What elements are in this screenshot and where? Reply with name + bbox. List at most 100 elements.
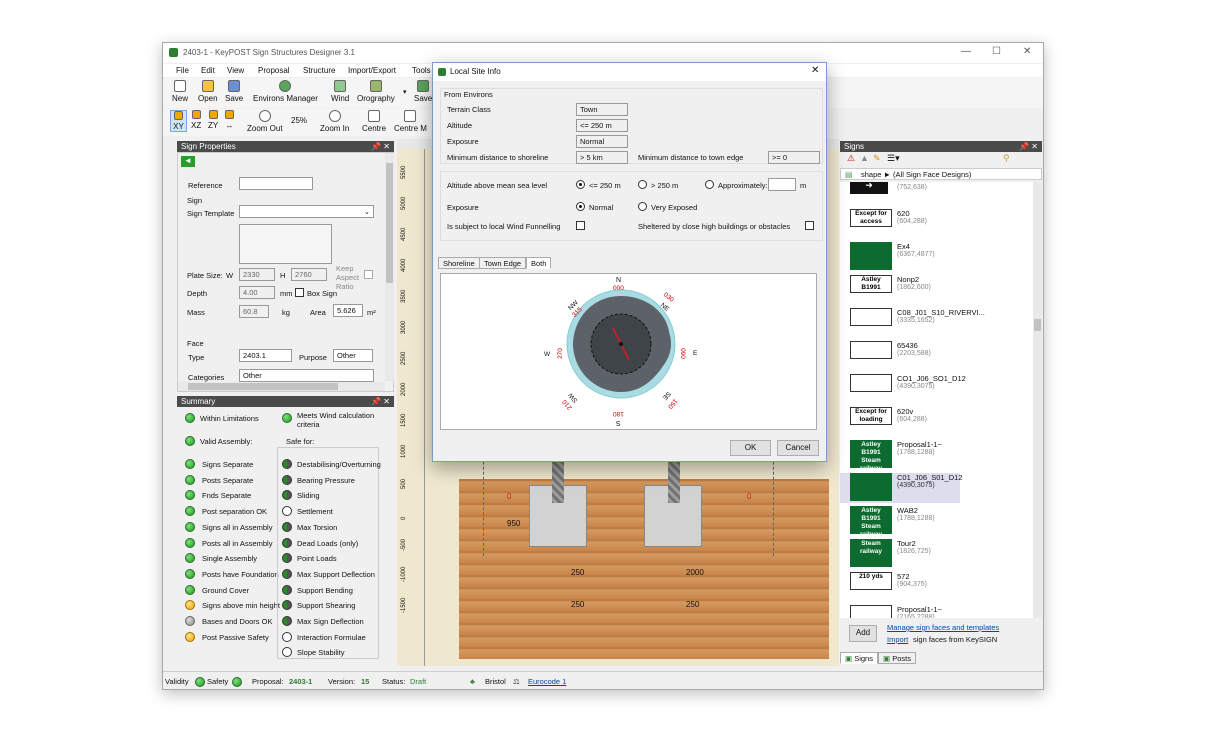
view-swap-button[interactable]: ↔: [225, 110, 234, 130]
sign-size: (6367,4877): [897, 251, 935, 258]
compass-w-label: W: [544, 351, 551, 358]
dialog-close-button[interactable]: ✕: [811, 65, 819, 76]
location-value: Bristol: [485, 677, 506, 686]
tab-both[interactable]: Both: [526, 257, 552, 269]
signs-list[interactable]: ➜ (752,638) Except for access 620 (604,288…: [840, 182, 1033, 618]
reference-input[interactable]: [239, 177, 313, 190]
save-button[interactable]: Save: [225, 80, 243, 103]
compass-s-label: S: [616, 419, 621, 426]
radio-altitude-le-250[interactable]: [576, 180, 585, 189]
safe-for-item: Dead Loads (only): [297, 538, 359, 548]
centre-m-button[interactable]: Centre M: [394, 110, 427, 133]
sign-list-item[interactable]: Astley B1991 Steam railway Proposal1-1~ (1…: [850, 440, 1020, 472]
open-button[interactable]: Open: [198, 80, 218, 103]
search-sign-icon[interactable]: ⚲: [1003, 153, 1010, 164]
close-button[interactable]: ✕: [1023, 46, 1031, 57]
minimize-button[interactable]: —: [961, 46, 971, 57]
zoom-out-button[interactable]: Zoom Out: [247, 110, 283, 133]
ok-button[interactable]: OK: [730, 440, 771, 456]
menu-edit[interactable]: Edit: [201, 66, 215, 75]
wind-funnelling-checkbox[interactable]: [576, 221, 585, 230]
width-input[interactable]: 2330: [239, 268, 275, 281]
sign-list-item[interactable]: CO1_J06_SO1_D12 (4390,3075): [850, 374, 1020, 404]
tab-signs[interactable]: ▣ Signs: [840, 652, 878, 664]
sign-list-item[interactable]: 210 yds 572 (904,375): [850, 572, 1020, 602]
sign-list-item[interactable]: C01_J06_S01_D12 (4390,3075): [840, 473, 963, 503]
sign-name: C01_J06_S01_D12: [897, 473, 963, 482]
cancel-button[interactable]: Cancel: [777, 440, 819, 456]
radio-very-exposed[interactable]: [638, 202, 647, 211]
panel-pin-close-icon[interactable]: 📌 ✕: [371, 141, 390, 152]
menu-proposal[interactable]: Proposal: [258, 66, 290, 75]
sign-list-item[interactable]: C08_J01_S10_RIVERVI... (3335,1652): [850, 308, 1020, 338]
sign-list-item[interactable]: Except for loading 620v (604,288): [850, 407, 1020, 437]
sign-list-item[interactable]: Proposal1-1~ (2165,2288): [850, 605, 1020, 618]
categories-input[interactable]: Other: [239, 369, 374, 382]
tab-shoreline[interactable]: Shoreline: [438, 257, 480, 269]
sign-list-item[interactable]: 65436 (2203,588): [850, 341, 1020, 371]
menu-tools[interactable]: Tools: [412, 66, 431, 75]
sign-list-item[interactable]: Astley B1991 Nonp2 (1862,600): [850, 275, 1020, 305]
radio-exposure-normal[interactable]: [576, 202, 585, 211]
view-zy-button[interactable]: ZY: [208, 110, 218, 130]
valid-assembly-item: Posts all in Assembly: [202, 538, 273, 548]
sign-template-select[interactable]: ⌄: [239, 205, 374, 218]
ruler-tick-label: 1000: [401, 444, 407, 458]
save-2-button[interactable]: Save: [414, 80, 432, 103]
orography-button[interactable]: Orography: [357, 80, 395, 103]
wind-button[interactable]: Wind: [331, 80, 349, 103]
tab-posts[interactable]: ▣ Posts: [878, 652, 916, 664]
vertical-scrollbar[interactable]: [385, 153, 394, 381]
menu-file[interactable]: File: [176, 66, 189, 75]
type-input[interactable]: 2403.1: [239, 349, 292, 362]
signs-pin-close-icon[interactable]: 📌 ✕: [1019, 141, 1038, 152]
back-arrow-icon[interactable]: ◄: [181, 156, 195, 167]
list-dropdown-icon[interactable]: ☰▾: [887, 153, 900, 164]
sign-list-item[interactable]: Astley B1991 Steam railway WAB2 (1788,1288…: [850, 506, 1020, 538]
radio-altitude-gt-250[interactable]: [638, 180, 647, 189]
sign-thumbnail: Except for access: [850, 209, 892, 227]
maximize-button[interactable]: ☐: [992, 46, 1001, 57]
exposure-option-label: Exposure: [447, 203, 479, 212]
keep-aspect-checkbox[interactable]: [364, 270, 373, 279]
triangle-icon[interactable]: ▲: [860, 153, 869, 163]
location-icon: ♣: [470, 677, 475, 686]
sign-list-item[interactable]: Except for access 620 (604,288): [850, 209, 1020, 239]
eurocode-link[interactable]: Eurocode 1: [528, 677, 566, 686]
new-button[interactable]: New: [172, 80, 188, 103]
zoom-in-button[interactable]: Zoom In: [320, 110, 349, 133]
horizontal-scrollbar[interactable]: [178, 382, 385, 391]
manage-sign-faces-link[interactable]: Manage sign faces and templates: [887, 623, 999, 632]
sheltered-checkbox[interactable]: [805, 221, 814, 230]
sign-template-label: Sign Template: [187, 209, 235, 218]
tag-icon[interactable]: ✎: [873, 153, 881, 164]
approximate-altitude-input[interactable]: [768, 178, 796, 191]
add-sign-button[interactable]: Add: [849, 625, 877, 642]
sign-list-item[interactable]: Ex4 (6367,4877): [850, 242, 1020, 272]
compass-e-label: E: [693, 350, 698, 357]
valid-assembly-status-icon: [185, 631, 195, 642]
sign-list-item[interactable]: Steam railway Tour2 (1826,725): [850, 539, 1020, 569]
menu-structure[interactable]: Structure: [303, 66, 335, 75]
radio-approximately[interactable]: [705, 180, 714, 189]
tab-town-edge[interactable]: Town Edge: [479, 257, 527, 269]
warning-icon[interactable]: ⚠: [847, 153, 855, 164]
centre-button[interactable]: Centre: [362, 110, 386, 133]
menu-import-export[interactable]: Import/Export: [348, 66, 396, 75]
environs-manager-button[interactable]: Environs Manager: [253, 80, 318, 103]
orography-dropdown-icon[interactable]: ▾: [403, 88, 407, 96]
view-xy-button[interactable]: XY: [170, 110, 187, 132]
depth-input[interactable]: 4.00: [239, 286, 275, 299]
altitude-msl-label: Altitude above mean sea level: [447, 181, 548, 190]
menu-view[interactable]: View: [227, 66, 244, 75]
import-link[interactable]: Import: [887, 635, 908, 644]
zoom-level[interactable]: 25%: [291, 116, 307, 125]
status-bar: Validity Safety Proposal: 2403-1 Version…: [163, 671, 1043, 689]
signs-scrollbar[interactable]: [1033, 182, 1042, 618]
purpose-input[interactable]: Other: [333, 349, 373, 362]
sign-name: CO1_J06_SO1_D12: [897, 374, 966, 383]
view-xz-button[interactable]: XZ: [191, 110, 201, 130]
height-input[interactable]: 2760: [291, 268, 327, 281]
box-sign-checkbox[interactable]: [295, 288, 304, 297]
summary-pin-close-icon[interactable]: 📌 ✕: [371, 396, 390, 407]
